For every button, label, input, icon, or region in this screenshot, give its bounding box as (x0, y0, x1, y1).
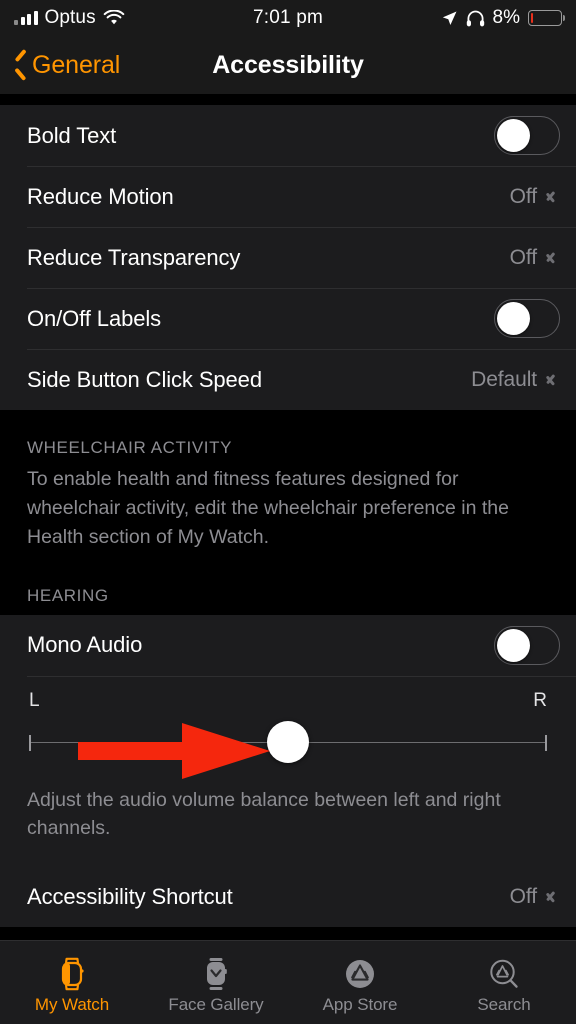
vision-settings-group: Bold Text Reduce Motion Off Reduce Trans… (0, 105, 576, 410)
tab-search[interactable]: Search (432, 951, 576, 1015)
row-control (494, 625, 560, 665)
chevron-right-icon (546, 371, 556, 388)
slider-left-endcap (29, 734, 31, 751)
app-store-search-icon (487, 957, 521, 991)
audio-balance-slider-row: L R (0, 675, 576, 774)
watch-face-icon (201, 957, 231, 991)
battery-percent: 8% (492, 7, 520, 28)
row-control: Off (510, 185, 560, 209)
row-bold-text[interactable]: Bold Text (0, 105, 576, 166)
carrier-name: Optus (44, 7, 96, 28)
balance-channel-labels: L R (27, 676, 549, 712)
row-label: Reduce Transparency (27, 244, 241, 270)
row-reduce-motion[interactable]: Reduce Motion Off (0, 166, 576, 227)
mono-audio-toggle[interactable] (494, 625, 560, 665)
row-control: Default (471, 368, 560, 392)
row-side-button-click-speed[interactable]: Side Button Click Speed Default (0, 349, 576, 410)
tab-my-watch[interactable]: My Watch (0, 951, 144, 1015)
balance-right-label: R (533, 689, 547, 711)
row-value: Default (471, 367, 537, 391)
back-button-label: General (32, 50, 121, 79)
bold-text-toggle[interactable] (494, 116, 560, 155)
tab-face-gallery[interactable]: Face Gallery (144, 951, 288, 1015)
status-bar-left: Optus (14, 7, 125, 29)
row-reduce-transparency[interactable]: Reduce Transparency Off (0, 227, 576, 288)
accessibility-shortcut-group: Accessibility Shortcut Off (0, 866, 576, 928)
tab-label: Face Gallery (168, 994, 264, 1014)
chevron-right-icon (546, 249, 556, 266)
cellular-signal-icon (14, 11, 38, 25)
tab-label: Search (477, 994, 531, 1014)
row-value: Off (509, 884, 537, 908)
hearing-settings-group: Mono Audio (0, 614, 576, 676)
hearing-section-header: HEARING (27, 585, 109, 605)
audio-balance-slider-thumb[interactable] (267, 720, 309, 763)
chevron-right-icon (546, 188, 556, 205)
row-mono-audio[interactable]: Mono Audio (0, 615, 576, 676)
tab-app-store[interactable]: App Store (288, 951, 432, 1015)
app-store-icon (343, 957, 377, 991)
row-label: Mono Audio (27, 632, 143, 658)
wheelchair-section-note: To enable health and fitness features de… (27, 468, 509, 548)
slider-right-endcap (545, 734, 547, 751)
tab-label: My Watch (34, 994, 110, 1014)
headphones-icon (466, 10, 484, 26)
settings-scroll-area[interactable]: Bold Text Reduce Motion Off Reduce Trans… (0, 94, 576, 940)
chevron-left-icon (14, 54, 27, 76)
row-label: Bold Text (27, 122, 117, 148)
row-control: Off (510, 885, 560, 909)
row-value: Off (509, 245, 537, 269)
back-button-general[interactable]: General (14, 51, 120, 80)
iphone-screen: Optus 7:01 pm 8% General Accessibility B… (0, 0, 576, 1024)
watch-icon (56, 957, 88, 991)
status-bar-right: 8% (441, 7, 562, 29)
battery-icon (528, 10, 562, 26)
wheelchair-section-header: WHEELCHAIR ACTIVITY (27, 438, 233, 457)
row-label: On/Off Labels (27, 305, 162, 331)
row-control: Off (510, 246, 560, 270)
balance-left-label: L (29, 689, 40, 711)
status-bar: Optus 7:01 pm 8% (0, 0, 576, 36)
location-arrow-icon (442, 11, 457, 25)
tab-bar: My Watch Face Gallery App Store Search (0, 940, 576, 1024)
row-control (494, 116, 560, 155)
audio-balance-slider[interactable] (27, 712, 549, 774)
wifi-icon (103, 10, 125, 25)
row-label: Reduce Motion (27, 183, 174, 209)
row-value: Off (509, 184, 537, 208)
chevron-right-icon (546, 888, 556, 905)
top-spacer (0, 94, 576, 105)
row-label: Side Button Click Speed (27, 366, 262, 392)
row-label: Accessibility Shortcut (27, 883, 233, 909)
on-off-labels-toggle[interactable] (494, 299, 560, 338)
navigation-bar: General Accessibility (0, 36, 576, 94)
audio-balance-note: Adjust the audio volume balance between … (0, 773, 576, 867)
row-on-off-labels[interactable]: On/Off Labels (0, 288, 576, 349)
row-control (494, 299, 560, 338)
row-accessibility-shortcut[interactable]: Accessibility Shortcut Off (0, 866, 576, 927)
tab-label: App Store (322, 994, 398, 1014)
